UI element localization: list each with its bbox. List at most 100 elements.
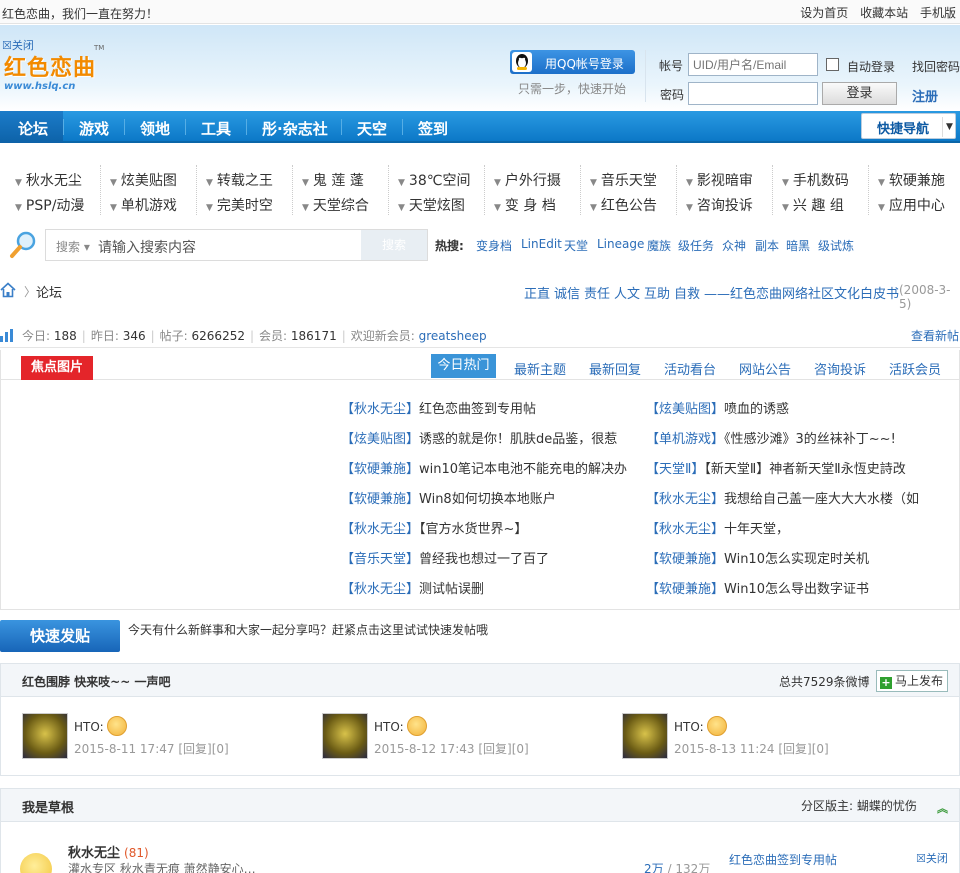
tab-announcements[interactable]: 网站公告: [739, 359, 791, 378]
weibo-publish-button[interactable]: + 马上发布: [876, 670, 948, 692]
bookmark-link[interactable]: 收藏本站: [860, 6, 908, 20]
hot-post[interactable]: 【秋水无尘】红色恋曲签到专用帖: [341, 398, 638, 417]
board-link[interactable]: ▼ 单机游戏: [110, 195, 177, 215]
hot-post[interactable]: 【音乐天堂】曾经我也想过一了百了: [341, 548, 638, 567]
hot-post[interactable]: 【炫美贴图】喷血的诱惑: [646, 398, 938, 417]
weibo-author[interactable]: HTO:: [74, 716, 127, 736]
board-link[interactable]: ▼ PSP/动漫: [15, 195, 84, 215]
quick-nav-button[interactable]: 快捷导航 ▼: [861, 113, 956, 139]
weibo-author[interactable]: HTO:: [374, 716, 427, 736]
autologin-checkbox[interactable]: [826, 58, 839, 71]
hot-search-link[interactable]: 魔族: [647, 237, 671, 254]
avatar[interactable]: [622, 713, 668, 759]
board-divider: [868, 165, 869, 215]
view-new-posts-link[interactable]: 查看新帖: [911, 327, 959, 344]
board-link[interactable]: ▼ 秋水无尘: [15, 170, 82, 190]
login-button[interactable]: 登录: [822, 82, 897, 105]
board-link[interactable]: ▼ 炫美贴图: [110, 170, 177, 190]
board-link[interactable]: ▼ 应用中心: [878, 195, 945, 215]
hot-post[interactable]: 【秋水无尘】【官方水货世界~】: [341, 518, 638, 537]
avatar[interactable]: [22, 713, 68, 759]
weibo-meta: 2015-8-12 17:43 [回复][0]: [374, 742, 529, 756]
hot-post[interactable]: 【天堂Ⅱ】【新天堂Ⅱ】神者新天堂Ⅱ永恆史詩改: [646, 458, 938, 477]
tab-latest-threads[interactable]: 最新主题: [514, 359, 566, 378]
board-link[interactable]: ▼ 天堂综合: [302, 195, 369, 215]
tab-complaints[interactable]: 咨询投诉: [814, 359, 866, 378]
quick-post-button[interactable]: 快速发贴: [0, 620, 120, 652]
hot-search-link[interactable]: 级任务: [678, 237, 714, 254]
tab-events[interactable]: 活动看台: [664, 359, 716, 378]
hot-search-link[interactable]: 众神: [722, 237, 746, 254]
board-link[interactable]: ▼ 咨询投诉: [686, 195, 753, 215]
hot-search-link[interactable]: 天堂: [564, 237, 588, 254]
weibo-author[interactable]: HTO:: [674, 716, 727, 736]
hot-post[interactable]: 【炫美贴图】诱惑的就是你！肌肤de品鉴，很惹: [341, 428, 638, 447]
nav-territory[interactable]: 领地: [140, 118, 170, 139]
board-link[interactable]: ▼ 手机数码: [782, 170, 849, 190]
board-link[interactable]: ▼ 天堂炫图: [398, 195, 465, 215]
register-link[interactable]: 注册: [912, 86, 938, 105]
search-input[interactable]: 请输入搜索内容: [98, 237, 196, 257]
nav-games[interactable]: 游戏: [79, 118, 109, 139]
board-link[interactable]: ▼ 变 身 档: [494, 195, 556, 215]
collapse-icon[interactable]: ︽: [937, 800, 948, 816]
qq-penguin-icon: [512, 52, 532, 72]
hot-post[interactable]: 【秋水无尘】测试帖误删: [341, 578, 638, 597]
hot-search-link[interactable]: Lineage: [597, 237, 644, 251]
hot-search-link[interactable]: 暗黑: [786, 237, 810, 254]
category-title[interactable]: 我是草根: [22, 797, 74, 816]
password-input[interactable]: [688, 82, 818, 105]
board-link[interactable]: ▼ 软硬兼施: [878, 170, 945, 190]
hot-post[interactable]: 【软硬兼施】Win10怎么实现定时关机: [646, 548, 938, 567]
board-link[interactable]: ▼ 户外行摄: [494, 170, 561, 190]
newest-member-link[interactable]: greatsheep: [419, 329, 487, 343]
board-link[interactable]: ▼ 红色公告: [590, 195, 657, 215]
forum-name-link[interactable]: 秋水无尘 (81): [68, 842, 149, 861]
board-divider: [292, 165, 293, 215]
forum-last-post-link[interactable]: 红色恋曲签到专用帖: [729, 851, 837, 868]
hot-search-link[interactable]: 变身档: [476, 237, 512, 254]
nav-sky[interactable]: 天空: [357, 118, 387, 139]
board-link[interactable]: ▼ 鬼 莲 蓬: [302, 170, 364, 190]
hot-search-link[interactable]: 级试炼: [818, 237, 854, 254]
search-button[interactable]: 搜索: [361, 230, 427, 260]
nav-magazine[interactable]: 彤·杂志社: [262, 118, 328, 139]
hot-post[interactable]: 【单机游戏】《性感沙滩》3的丝袜补丁~~!: [646, 428, 938, 447]
hot-post[interactable]: 【秋水无尘】我想给自己盖一座大大大水楼（如: [646, 488, 938, 507]
hot-search-link[interactable]: 副本: [755, 237, 779, 254]
nav-signin[interactable]: 签到: [418, 118, 448, 139]
close-button[interactable]: ☒关闭: [916, 850, 948, 866]
board-link[interactable]: ▼ 完美时空: [206, 195, 273, 215]
nav-tools[interactable]: 工具: [201, 118, 231, 139]
stat-members: 186171: [290, 329, 337, 343]
board-link[interactable]: ▼ 38℃空间: [398, 170, 470, 190]
hot-post[interactable]: 【软硬兼施】Win8如何切换本地账户: [341, 488, 638, 507]
hot-post[interactable]: 【软硬兼施】win10笔记本电池不能充电的解决办: [341, 458, 638, 477]
forgot-password-link[interactable]: 找回密码: [912, 58, 960, 75]
home-icon[interactable]: [0, 282, 16, 298]
site-logo[interactable]: 红色恋曲 www.hslq.cn TM: [4, 44, 104, 96]
breadcrumb-forum[interactable]: 论坛: [36, 282, 62, 301]
hot-post[interactable]: 【秋水无尘】十年天堂，: [646, 518, 938, 537]
tab-latest-replies[interactable]: 最新回复: [589, 359, 641, 378]
weibo-reply-link[interactable]: [回复][0]: [478, 742, 528, 756]
hot-post[interactable]: 【软硬兼施】Win10怎么导出数字证书: [646, 578, 938, 597]
tab-today-hot[interactable]: 今日热门: [431, 354, 496, 378]
tab-active-members[interactable]: 活跃会员: [889, 359, 941, 378]
board-link[interactable]: ▼ 影视暗审: [686, 170, 753, 190]
avatar[interactable]: [322, 713, 368, 759]
weibo-reply-link[interactable]: [回复][0]: [778, 742, 828, 756]
board-link[interactable]: ▼ 转载之王: [206, 170, 273, 190]
mobile-link[interactable]: 手机版: [920, 6, 956, 20]
weibo-reply-link[interactable]: [回复][0]: [178, 742, 228, 756]
nav-forum[interactable]: 论坛: [18, 118, 48, 139]
hot-search-label: 热搜:: [435, 239, 464, 253]
board-link[interactable]: ▼ 兴 趣 组: [782, 195, 844, 215]
set-homepage-link[interactable]: 设为首页: [800, 6, 848, 20]
search-type-select[interactable]: 搜索 ▾: [56, 238, 90, 255]
hot-search-link[interactable]: LinEdit: [521, 237, 562, 251]
quick-post-prompt[interactable]: 今天有什么新鲜事和大家一起分享吗？赶紧点击这里试试快速发帖哦: [128, 621, 488, 638]
qq-login-button[interactable]: 用QQ帐号登录: [510, 50, 635, 74]
account-input[interactable]: [688, 53, 818, 76]
board-link[interactable]: ▼ 音乐天堂: [590, 170, 657, 190]
